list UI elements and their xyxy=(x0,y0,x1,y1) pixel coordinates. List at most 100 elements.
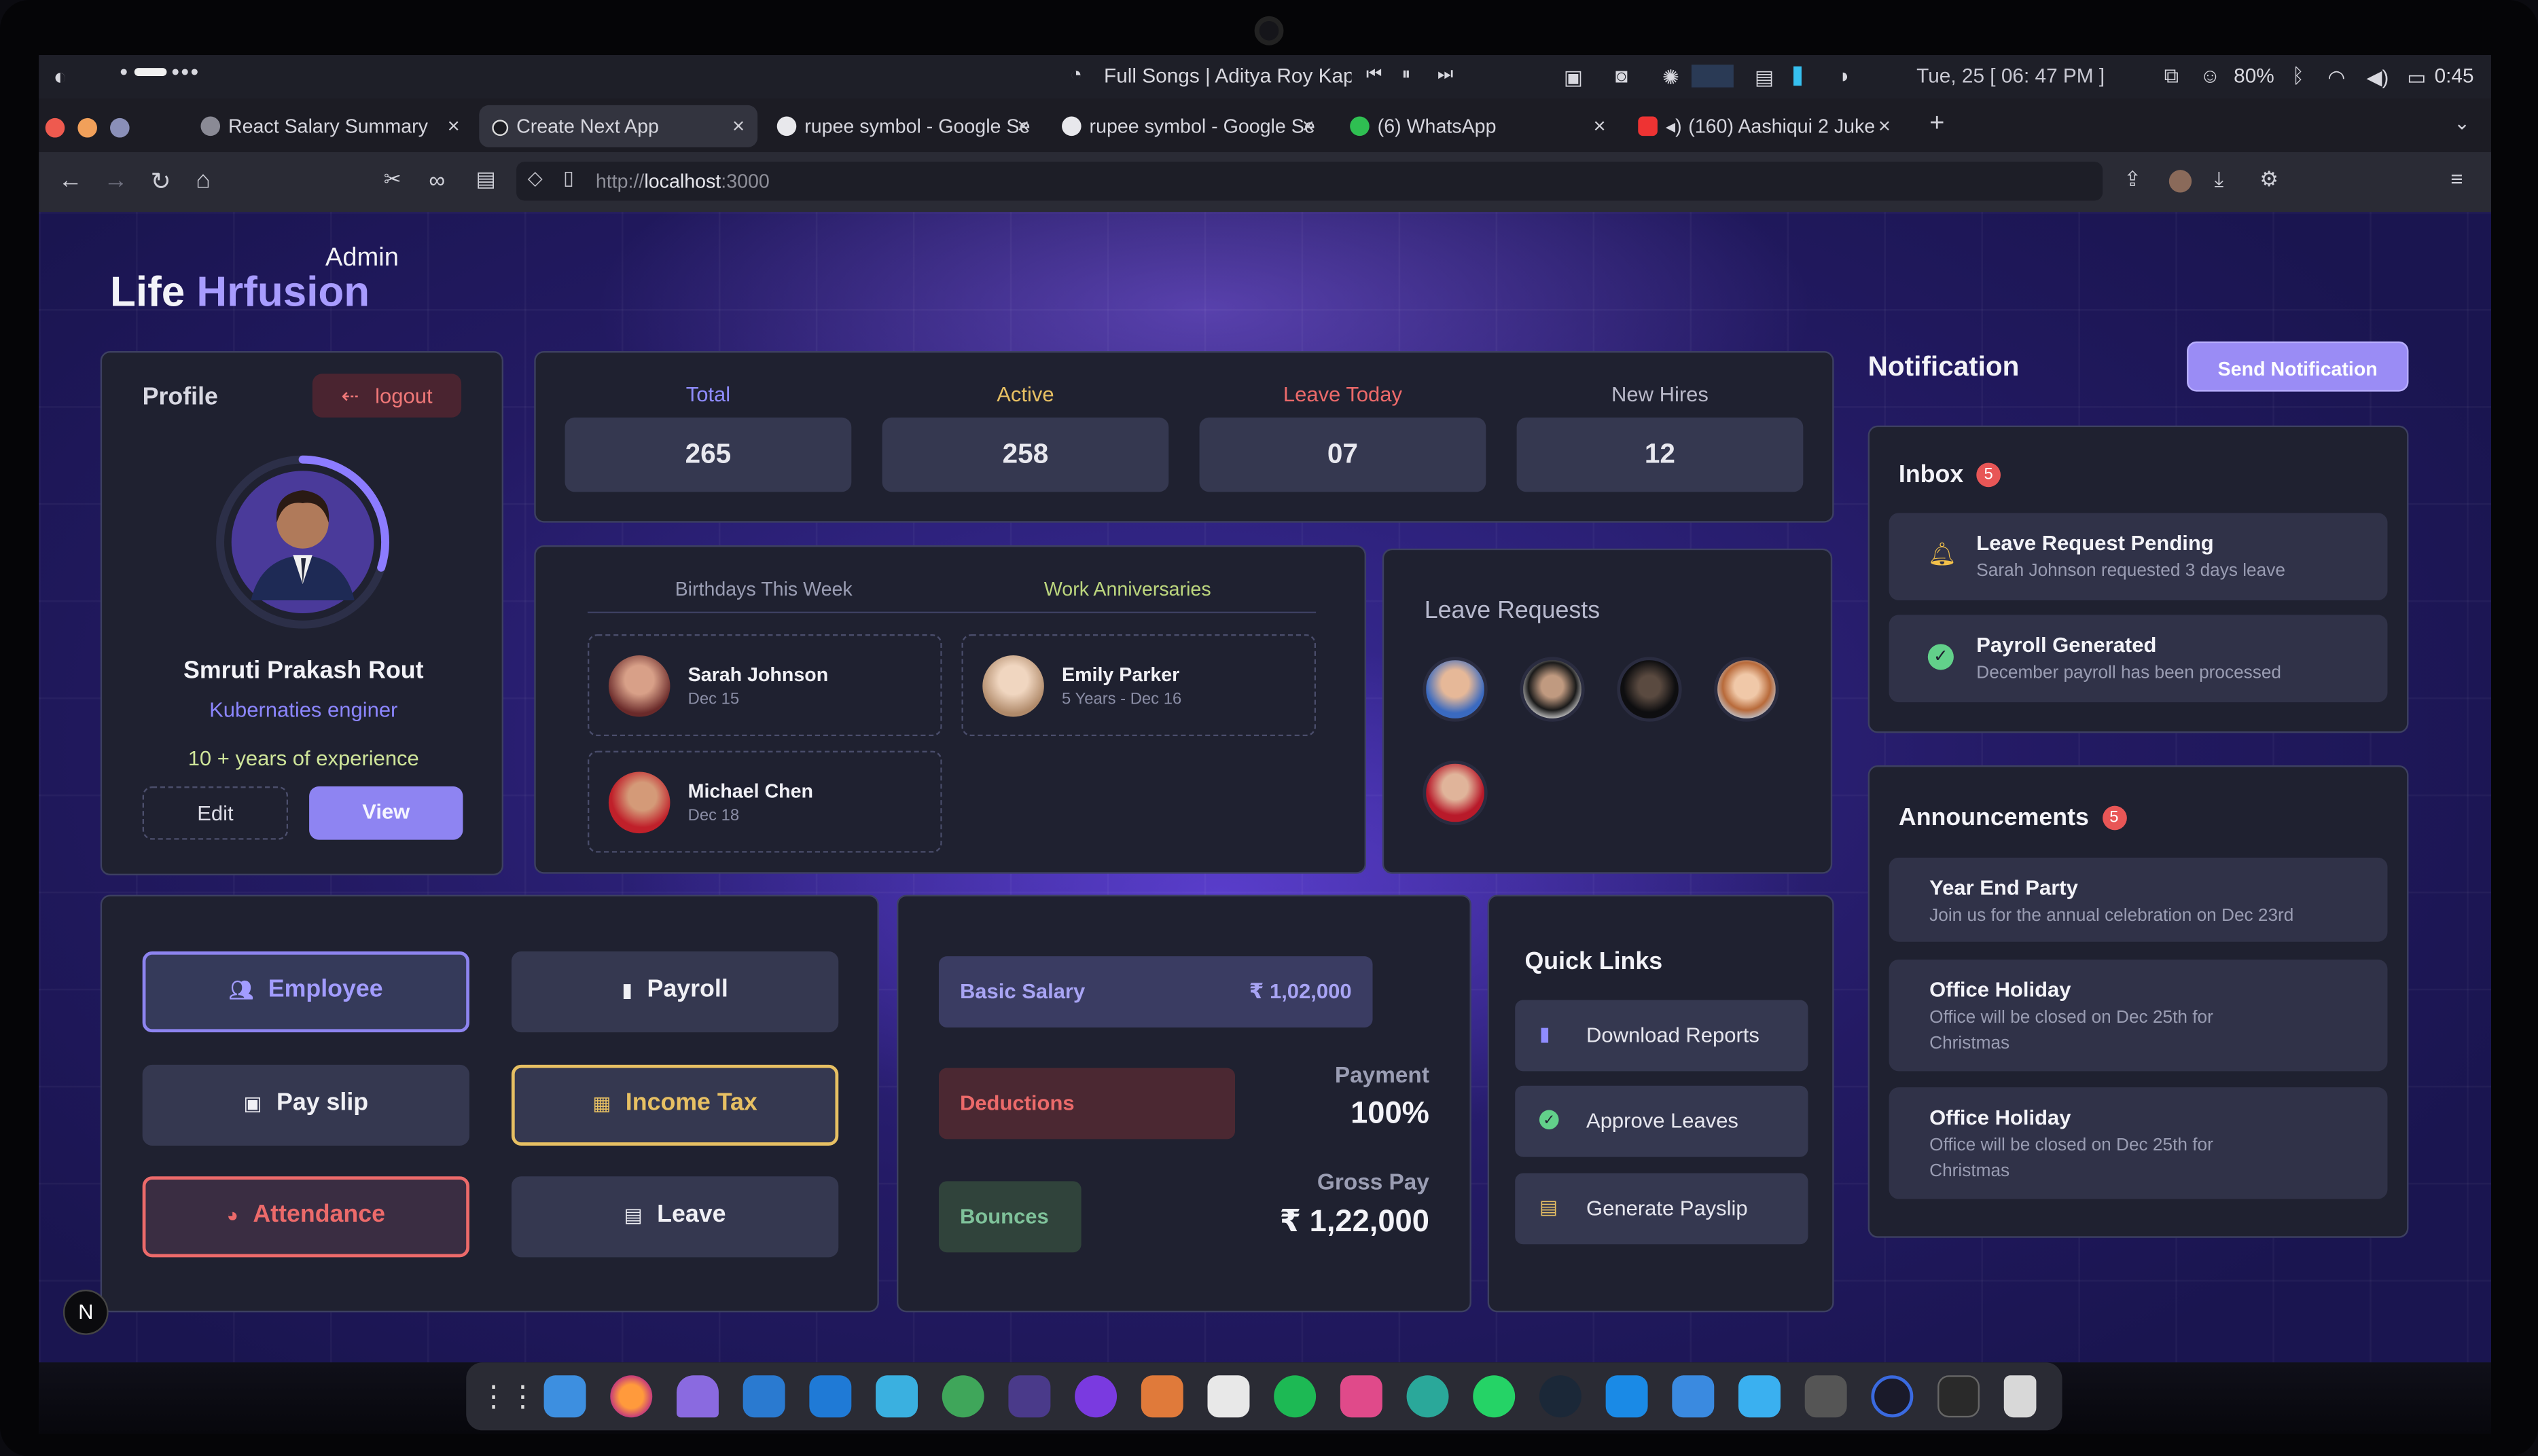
media-prev-icon[interactable]: ⏮ xyxy=(1366,65,1382,86)
nextjs-dev-badge[interactable]: N xyxy=(62,1290,109,1335)
trash-icon[interactable] xyxy=(2003,1375,2037,1418)
share-icon[interactable]: ⇪ xyxy=(2124,166,2141,192)
app-icon[interactable] xyxy=(1340,1375,1382,1418)
app-icon[interactable] xyxy=(876,1375,918,1418)
app-icon[interactable] xyxy=(1141,1375,1183,1418)
logout-button[interactable]: ⇠ logout xyxy=(312,374,462,418)
download-reports-link[interactable]: ▮ Download Reports xyxy=(1515,1000,1808,1072)
bluetooth-icon[interactable]: ᛒ xyxy=(2292,65,2304,87)
media-title[interactable]: Full Songs | Aditya Roy Kapur xyxy=(1104,65,1352,87)
steam-icon[interactable] xyxy=(1539,1375,1581,1418)
payslip-button[interactable]: ▣ Pay slip xyxy=(142,1064,469,1146)
download-icon[interactable]: ⤓ xyxy=(2215,166,2224,192)
vscode-icon[interactable] xyxy=(809,1375,852,1418)
whatsapp-icon[interactable] xyxy=(1473,1375,1516,1418)
announcement-item[interactable]: Office Holiday Office will be closed on … xyxy=(1889,1087,2388,1199)
tab-rupee-symbol-2[interactable]: rupee symbol - Google Se × xyxy=(1049,105,1327,147)
forward-arrow-icon[interactable]: → xyxy=(103,166,128,194)
inbox-item[interactable]: ✓ Payroll Generated December payroll has… xyxy=(1889,615,2388,703)
approve-leaves-link[interactable]: ✓ Approve Leaves xyxy=(1515,1085,1808,1157)
app-icon[interactable] xyxy=(1804,1375,1847,1418)
extension-icon[interactable]: ✂ xyxy=(384,166,401,192)
app-icon[interactable] xyxy=(1672,1375,1715,1418)
account-avatar[interactable] xyxy=(2168,170,2192,193)
tab-close-icon[interactable]: × xyxy=(1302,113,1315,138)
person-card[interactable]: Michael Chen Dec 18 xyxy=(587,750,942,853)
app-grid-icon[interactable]: ⋮⋮ xyxy=(479,1375,537,1417)
reload-icon[interactable]: ↻ xyxy=(151,166,171,196)
employee-button[interactable]: 👥︎ Employee xyxy=(142,951,469,1033)
shield-icon[interactable]: ◇ xyxy=(528,166,543,189)
person-card[interactable]: Sarah Johnson Dec 15 xyxy=(587,634,942,737)
mongodb-icon[interactable] xyxy=(942,1375,984,1418)
leave-request-avatar[interactable] xyxy=(1423,657,1488,722)
payroll-button[interactable]: ▮ Payroll xyxy=(511,951,839,1033)
app-store-icon[interactable] xyxy=(1605,1375,1648,1418)
tab-close-icon[interactable]: × xyxy=(1017,113,1029,138)
tab-create-next-app[interactable]: Create Next App × xyxy=(479,105,758,147)
new-tab-icon[interactable]: + xyxy=(1929,110,1944,139)
announcement-item[interactable]: Office Holiday Office will be closed on … xyxy=(1889,959,2388,1072)
settings-icon[interactable]: ⚙ xyxy=(2259,166,2278,192)
media-next-icon[interactable]: ⏭ xyxy=(1437,65,1454,86)
sidebar-icon[interactable]: ▤ xyxy=(476,166,496,192)
view-button[interactable]: View xyxy=(309,786,463,840)
edit-button[interactable]: Edit xyxy=(142,786,289,840)
terminal-icon[interactable] xyxy=(1937,1375,1980,1418)
leave-request-avatar[interactable] xyxy=(1423,760,1488,826)
tab-whatsapp[interactable]: (6) WhatsApp × xyxy=(1337,105,1619,147)
announcement-item[interactable]: Year End Party Join us for the annual ce… xyxy=(1889,857,2388,942)
window-minimize-icon[interactable] xyxy=(77,117,97,138)
wifi-icon[interactable]: ◠ xyxy=(2327,65,2345,89)
app-icon[interactable] xyxy=(676,1375,719,1418)
leave-button[interactable]: ▤ Leave xyxy=(511,1176,839,1258)
leave-request-avatar[interactable] xyxy=(1520,657,1585,722)
send-notification-button[interactable]: Send Notification xyxy=(2187,341,2409,392)
user-icon[interactable]: ☺ xyxy=(2200,65,2220,87)
tab-anniversaries[interactable]: Work Anniversaries xyxy=(1044,578,1211,600)
clipboard-icon[interactable]: ▣ xyxy=(1564,65,1583,89)
app-icon[interactable] xyxy=(1406,1375,1449,1418)
tab-birthdays[interactable]: Birthdays This Week xyxy=(675,578,853,600)
tab-close-icon[interactable]: × xyxy=(732,113,745,138)
tab-title: Create Next App xyxy=(516,115,659,138)
menu-icon[interactable]: ≡ xyxy=(2450,166,2463,191)
tab-rupee-symbol-1[interactable]: rupee symbol - Google Se × xyxy=(764,105,1043,147)
tab-youtube[interactable]: ◂) (160) Aashiqui 2 Juke × xyxy=(1625,105,1904,147)
infinity-icon[interactable]: ∞ xyxy=(429,166,445,192)
home-icon[interactable]: ⌂ xyxy=(196,166,211,194)
tab-close-icon[interactable]: × xyxy=(1878,113,1891,138)
tab-close-icon[interactable]: × xyxy=(448,113,460,138)
page-icon[interactable]: ▯ xyxy=(563,166,574,189)
system-menu-icon[interactable]: ◐ xyxy=(54,63,67,89)
url-bar[interactable]: ◇ ▯ http://localhost:3000 xyxy=(516,162,2103,201)
tab-close-icon[interactable]: × xyxy=(1594,113,1606,138)
app-icon[interactable] xyxy=(743,1375,785,1418)
tab-list-chevron-icon[interactable]: ⌄ xyxy=(2454,111,2470,134)
tab-react-salary[interactable]: React Salary Summary × xyxy=(187,105,472,147)
spotify-icon[interactable] xyxy=(1274,1375,1317,1418)
back-arrow-icon[interactable]: ← xyxy=(58,166,83,194)
leave-request-avatar[interactable] xyxy=(1714,657,1779,722)
app-icon[interactable] xyxy=(1871,1375,1914,1418)
attendance-button[interactable]: ◕ Attendance xyxy=(142,1176,469,1258)
media-pause-icon[interactable]: ⏸ xyxy=(1401,65,1410,86)
firefox-icon[interactable] xyxy=(610,1375,653,1418)
workspace-indicator[interactable]: • ••• xyxy=(120,58,200,84)
window-maximize-icon[interactable] xyxy=(110,117,130,138)
clock-date[interactable]: Tue, 25 [ 06: 47 PM ] xyxy=(1916,65,2105,87)
app-icon[interactable] xyxy=(1738,1375,1781,1418)
app-icon[interactable] xyxy=(1207,1375,1250,1418)
files-icon[interactable] xyxy=(543,1375,586,1418)
person-card[interactable]: Emily Parker 5 Years - Dec 16 xyxy=(961,634,1317,737)
generate-payslip-link[interactable]: ▤ Generate Payslip xyxy=(1515,1173,1808,1245)
leave-request-avatar[interactable] xyxy=(1617,657,1682,722)
screen-icon[interactable]: ⧉ xyxy=(2164,65,2179,89)
volume-icon[interactable]: ◀) xyxy=(2367,65,2389,89)
app-icon[interactable] xyxy=(1008,1375,1051,1418)
inbox-item[interactable]: 🔔︎ Leave Request Pending Sarah Johnson r… xyxy=(1889,513,2388,600)
income-tax-button[interactable]: ▦ Income Tax xyxy=(511,1064,839,1146)
night-light-icon[interactable]: ◗ xyxy=(1839,65,1851,87)
app-icon[interactable] xyxy=(1075,1375,1118,1418)
window-close-icon[interactable] xyxy=(45,117,65,138)
